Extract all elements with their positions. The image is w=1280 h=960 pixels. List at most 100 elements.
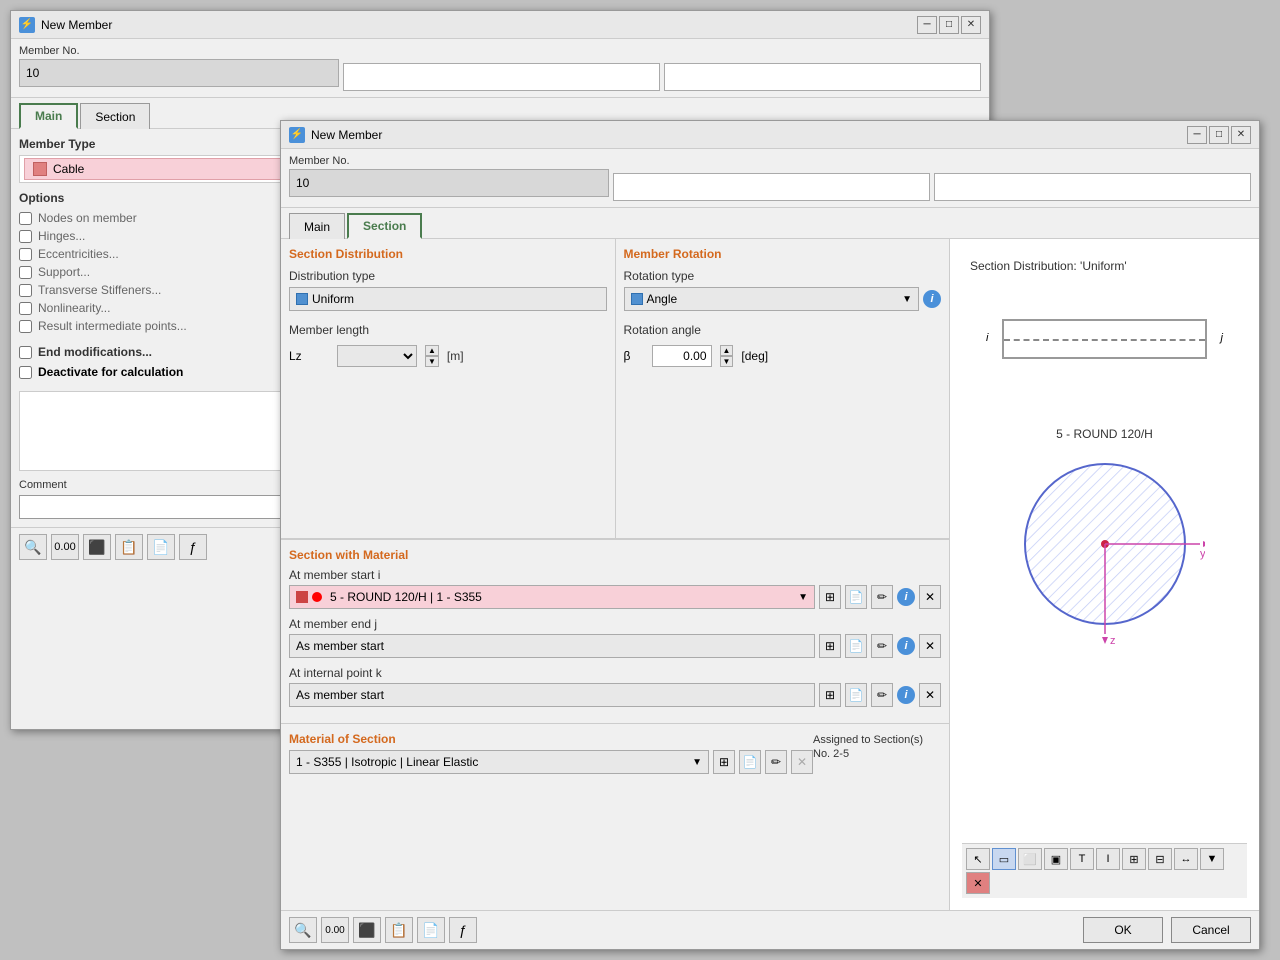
internal-section-browse[interactable]: ⊞ [819,683,841,707]
start-section-select[interactable]: 5 - ROUND 120/H | 1 - S355 ▼ [289,585,815,609]
material-section: Material of Section 1 - S355 | Isotropic… [281,723,949,782]
tab-main-w2[interactable]: Main [289,213,345,239]
window1-minimize[interactable]: ─ [917,16,937,34]
length-select[interactable] [337,345,417,367]
internal-section-select[interactable]: As member start [289,683,815,707]
vt-frame[interactable]: ⬜ [1018,848,1042,870]
copy-btn-w2[interactable]: 📋 [385,917,413,943]
material-delete[interactable]: ✕ [791,750,813,774]
tab-main-w1[interactable]: Main [19,103,78,129]
copy-btn-w1[interactable]: 📋 [115,534,143,560]
start-section-browse[interactable]: ⊞ [819,585,841,609]
internal-section-new[interactable]: 📄 [845,683,867,707]
internal-section-edit[interactable]: ✏ [871,683,893,707]
func-btn-w2[interactable]: ƒ [449,917,477,943]
vt-active[interactable]: ▣ [1044,848,1068,870]
material-browse[interactable]: ⊞ [713,750,735,774]
section-dist-title: Section Distribution [281,239,615,265]
checkbox-transverse-input[interactable] [19,284,32,297]
checkbox-result-input[interactable] [19,320,32,333]
end-section-select[interactable]: As member start [289,634,815,658]
bottom-toolbar-w2: 🔍 0.00 ⬛ 📋 📄 ƒ [289,917,477,943]
checkbox-nonlin-input[interactable] [19,302,32,315]
tab-section-w1[interactable]: Section [80,103,150,129]
ok-button[interactable]: OK [1083,917,1163,943]
search-btn-w1[interactable]: 🔍 [19,534,47,560]
window2: ⚡ New Member ─ □ ✕ Member No. Main Secti [280,120,1260,950]
vt-grid2[interactable]: ⊟ [1148,848,1172,870]
vt-grid[interactable]: ⊞ [1122,848,1146,870]
rot-up[interactable]: ▲ [720,345,734,356]
end-section-new[interactable]: 📄 [845,634,867,658]
member-no-label-w1: Member No. [19,45,339,57]
checkbox-hinges-label: Hinges... [38,229,85,243]
material-new[interactable]: 📄 [739,750,761,774]
cancel-button[interactable]: Cancel [1171,917,1251,943]
window1-title: New Member [41,18,917,32]
start-section-delete[interactable]: ✕ [919,585,941,609]
header-input2-w1[interactable] [343,63,660,91]
start-section-edit[interactable]: ✏ [871,585,893,609]
node-i-label: i [986,332,988,344]
rot-down[interactable]: ▼ [720,356,734,367]
window2-close[interactable]: ✕ [1231,126,1251,144]
window1-maximize[interactable]: □ [939,16,959,34]
rotation-angle-label-row: Rotation angle [616,319,950,341]
end-section-delete[interactable]: ✕ [919,634,941,658]
cable-label: Cable [53,162,84,176]
y-arrow [1203,541,1205,547]
checkbox-nonlin-label: Nonlinearity... [38,301,110,315]
deactivate-label: Deactivate for calculation [38,365,183,379]
vt-cursor[interactable]: ↖ [966,848,990,870]
member-no-input-w2[interactable] [289,169,609,197]
paste-btn-w2[interactable]: 📄 [417,917,445,943]
vt-rect[interactable]: ▭ [992,848,1016,870]
header-input3-w2[interactable] [934,173,1251,201]
checkbox-nodes-input[interactable] [19,212,32,225]
dist-type-color [296,293,308,305]
end-section-browse[interactable]: ⊞ [819,634,841,658]
tab-section-w2[interactable]: Section [347,213,422,239]
rotation-type-label: Rotation type [624,269,724,283]
internal-section-info[interactable]: i [897,686,915,704]
value-btn-w1[interactable]: 0.00 [51,534,79,560]
vt-dropdown[interactable]: ▼ [1200,848,1224,870]
checkbox-ecc-input[interactable] [19,248,32,261]
member-no-field-w1: Member No. 10 [19,45,339,91]
vt-text2[interactable]: I [1096,848,1120,870]
rotation-value-input[interactable] [652,345,712,367]
header-input3-w1[interactable] [664,63,981,91]
member-no-input-w1[interactable]: 10 [19,59,339,87]
nodes-btn-w2[interactable]: ⬛ [353,917,381,943]
window1-close[interactable]: ✕ [961,16,981,34]
checkbox-hinges-input[interactable] [19,230,32,243]
rotation-type-input[interactable]: Angle ▼ [624,287,920,311]
internal-section-delete[interactable]: ✕ [919,683,941,707]
value-btn-w2[interactable]: 0.00 [321,917,349,943]
length-down[interactable]: ▼ [425,356,439,367]
window2-minimize[interactable]: ─ [1187,126,1207,144]
nodes-btn-w1[interactable]: ⬛ [83,534,111,560]
member-no-field-w2: Member No. [289,155,609,201]
vt-close-viz[interactable]: ✕ [966,872,990,894]
vt-text[interactable]: T [1070,848,1094,870]
checkbox-support-input[interactable] [19,266,32,279]
rotation-info-icon[interactable]: i [923,290,941,308]
length-up[interactable]: ▲ [425,345,439,356]
func-btn-w1[interactable]: ƒ [179,534,207,560]
end-section-info[interactable]: i [897,637,915,655]
paste-btn-w1[interactable]: 📄 [147,534,175,560]
material-select[interactable]: 1 - S355 | Isotropic | Linear Elastic ▼ [289,750,709,774]
end-section-edit[interactable]: ✏ [871,634,893,658]
start-section-info[interactable]: i [897,588,915,606]
search-btn-w2[interactable]: 🔍 [289,917,317,943]
window2-maximize[interactable]: □ [1209,126,1229,144]
window1-titlebar: ⚡ New Member ─ □ ✕ [11,11,989,39]
material-edit[interactable]: ✏ [765,750,787,774]
dist-type-input[interactable]: Uniform [289,287,607,311]
start-section-new[interactable]: 📄 [845,585,867,609]
end-mod-checkbox[interactable] [19,346,32,359]
deactivate-checkbox[interactable] [19,366,32,379]
vt-arr[interactable]: ↔ [1174,848,1198,870]
header-input2-w2[interactable] [613,173,930,201]
